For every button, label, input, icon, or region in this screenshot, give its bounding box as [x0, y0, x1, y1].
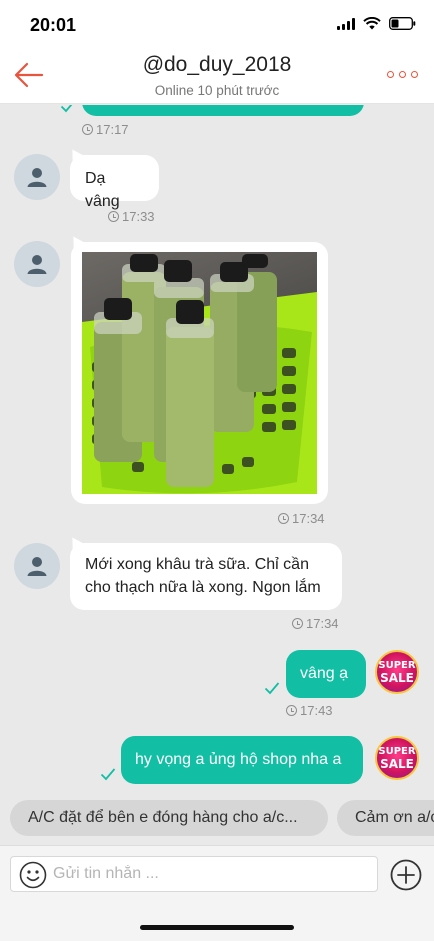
battery-icon — [389, 17, 416, 30]
home-indicator[interactable] — [140, 925, 294, 930]
online-status: Online 10 phút trước — [154, 83, 280, 98]
home-indicator-area — [0, 903, 434, 941]
message-input-box[interactable] — [10, 856, 378, 892]
incoming-message-bubble[interactable]: Mới xong khâu trà sữa. Chỉ cần cho thạch… — [70, 543, 342, 610]
outgoing-message-bubble[interactable] — [82, 105, 364, 116]
message-timestamp: 17:33 — [108, 209, 155, 224]
avatar[interactable] — [14, 543, 60, 589]
chat-message-list[interactable]: 17:17 Dạ vâng 17:33 17:34 Mới xong khâu … — [0, 105, 434, 795]
clock-icon — [292, 618, 303, 629]
clock-icon — [108, 211, 119, 222]
read-check-icon — [60, 105, 73, 113]
clock-icon — [286, 705, 297, 716]
message-input[interactable] — [53, 857, 363, 891]
user-silhouette-icon — [27, 255, 47, 274]
quick-reply-bar[interactable]: A/C đặt để bên e đóng hàng cho a/c... Cả… — [0, 800, 434, 836]
read-check-icon — [264, 682, 280, 695]
wifi-icon — [363, 17, 381, 30]
quick-reply-chip[interactable]: A/C đặt để bên e đóng hàng cho a/c... — [10, 800, 328, 836]
avatar[interactable] — [14, 154, 60, 200]
message-timestamp: 17:34 — [278, 511, 325, 526]
emoji-smile-icon[interactable] — [19, 861, 47, 889]
outgoing-message-bubble[interactable]: vâng ạ — [286, 650, 366, 698]
status-icons — [337, 17, 416, 30]
clock-icon — [82, 124, 93, 135]
outgoing-message-bubble[interactable]: hy vọng a ủng hộ shop nha a — [121, 736, 363, 784]
chat-header: @do_duy_2018 Online 10 phút trước — [0, 50, 434, 104]
milk-tea-bottles-illustration — [82, 254, 317, 494]
user-silhouette-icon — [27, 168, 47, 187]
image-message-bubble[interactable] — [71, 242, 328, 504]
status-time: 20:01 — [30, 15, 77, 35]
milk-tea-bottles-photo[interactable] — [82, 252, 317, 494]
quick-reply-chip[interactable]: Cảm ơn a/c — [337, 800, 434, 836]
clock-icon — [278, 513, 289, 524]
plus-circle-icon[interactable] — [390, 859, 422, 891]
super-sale-badge[interactable]: SUPER SALE — [375, 736, 419, 780]
message-composer — [0, 845, 434, 903]
read-check-icon — [100, 768, 116, 781]
message-timestamp: 17:34 — [292, 616, 339, 631]
super-sale-badge[interactable]: SUPER SALE — [375, 650, 419, 694]
incoming-message-bubble[interactable]: Dạ vâng — [70, 155, 159, 210]
more-options-button[interactable] — [387, 71, 418, 78]
status-bar: 20:01 — [0, 0, 434, 50]
message-timestamp: 17:43 — [286, 703, 333, 718]
user-silhouette-icon — [27, 557, 47, 576]
cellular-signal-icon — [337, 17, 355, 30]
avatar[interactable] — [14, 241, 60, 287]
more-dots-icon — [387, 71, 394, 78]
message-timestamp: 17:17 — [82, 122, 129, 137]
page-title: @do_duy_2018 — [142, 53, 292, 76]
